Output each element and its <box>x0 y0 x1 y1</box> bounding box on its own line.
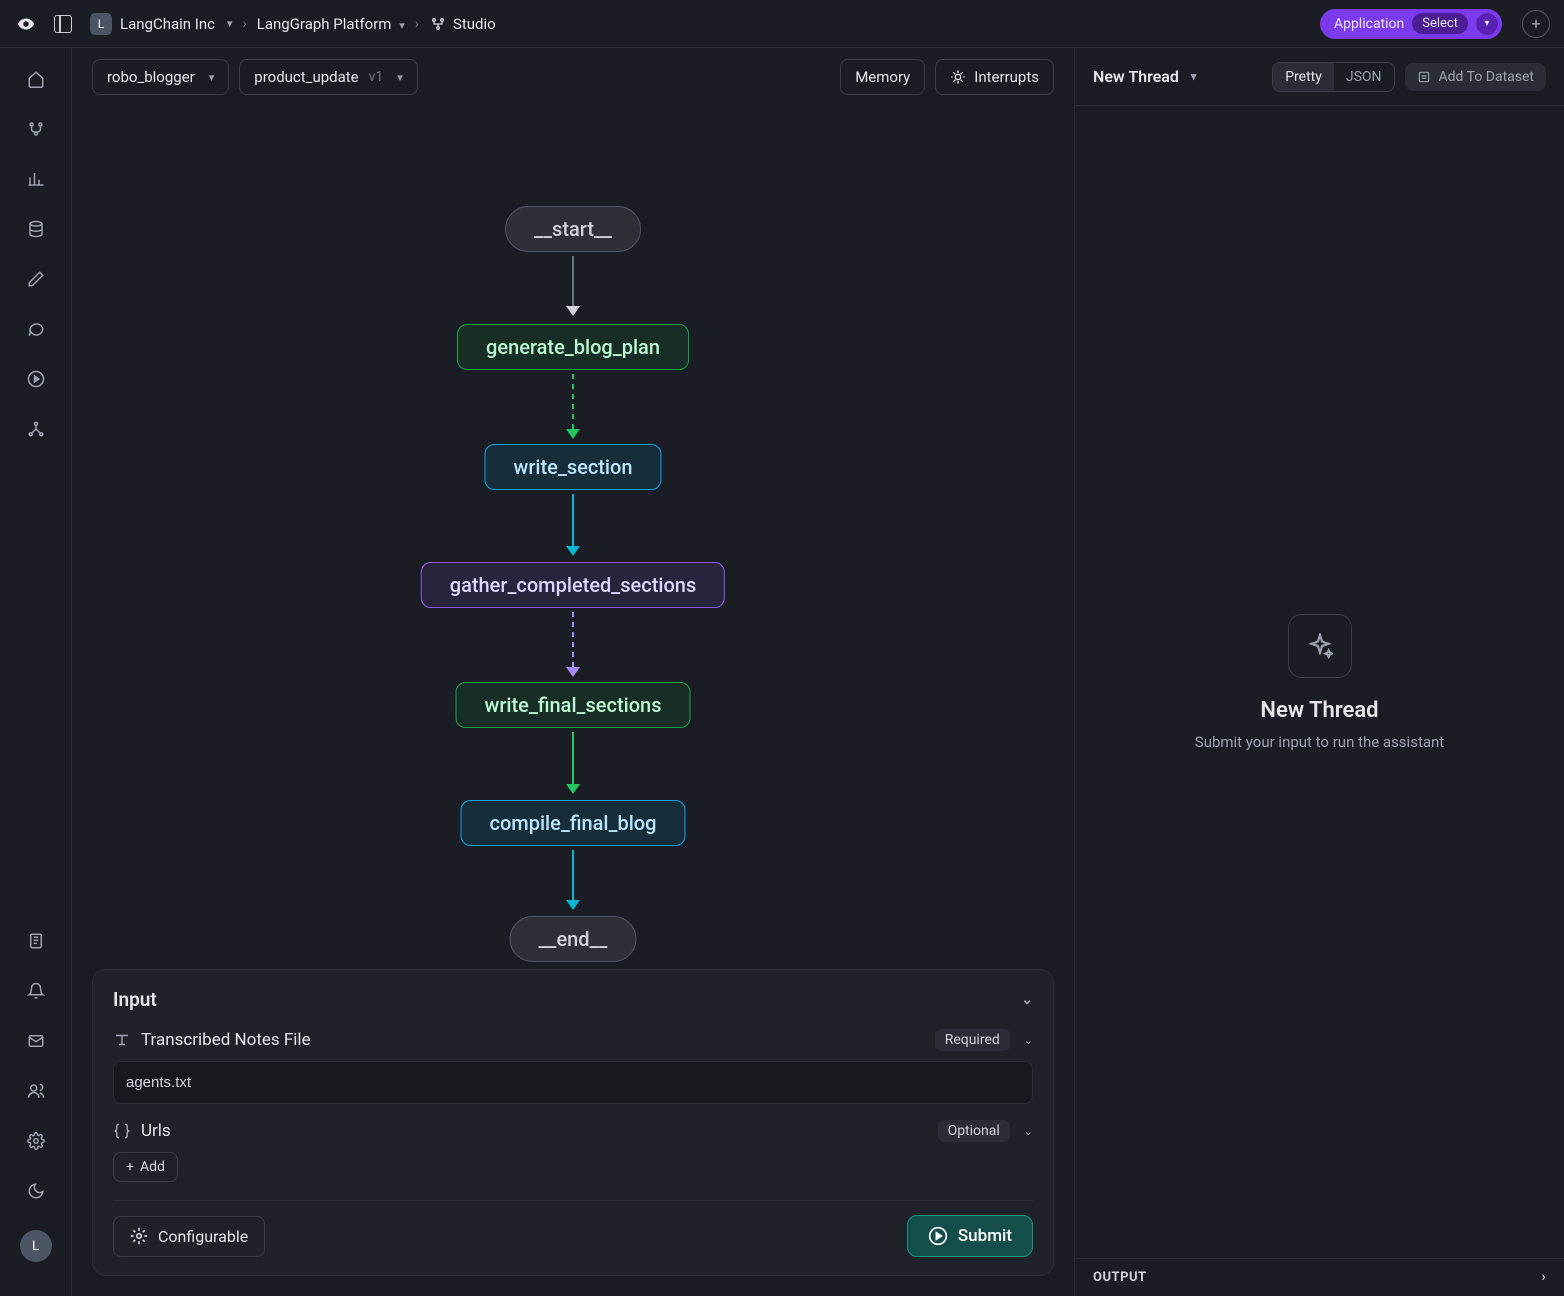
arrow-icon <box>566 546 580 556</box>
sparkle-icon <box>1288 614 1352 678</box>
breadcrumb-org[interactable]: L LangChain Inc ▾ <box>90 13 233 35</box>
interrupts-button[interactable]: Interrupts <box>935 59 1054 95</box>
configurable-button[interactable]: Configurable <box>113 1216 265 1257</box>
edge <box>572 374 574 429</box>
output-section-header[interactable]: OUTPUT › <box>1075 1258 1564 1296</box>
pretty-toggle[interactable]: Pretty <box>1273 63 1334 91</box>
breadcrumb: L LangChain Inc ▾ › LangGraph Platform ▾… <box>90 13 1310 35</box>
chevron-down-icon[interactable]: ⌄ <box>1024 1034 1033 1047</box>
play-icon[interactable] <box>25 368 47 390</box>
required-badge: Required <box>935 1029 1010 1051</box>
optional-badge: Optional <box>938 1120 1010 1142</box>
graph-node-start[interactable]: __start__ <box>505 206 641 252</box>
chevron-down-icon: ▾ <box>397 71 403 84</box>
gear-icon <box>130 1227 148 1245</box>
add-button[interactable]: + <box>1522 10 1550 38</box>
breadcrumb-platform[interactable]: LangGraph Platform ▾ <box>257 15 405 33</box>
chevron-down-icon: ▾ <box>209 71 215 84</box>
graph-node[interactable]: write_section <box>484 444 661 490</box>
plus-icon: + <box>126 1159 134 1175</box>
dataset-icon <box>1417 70 1431 84</box>
empty-subtitle: Submit your input to run the assistant <box>1195 733 1444 751</box>
bell-icon[interactable] <box>25 980 47 1002</box>
branch-icon[interactable] <box>25 118 47 140</box>
users-icon[interactable] <box>25 1080 47 1102</box>
view-toggle: Pretty JSON <box>1272 62 1394 92</box>
play-circle-icon <box>928 1226 948 1246</box>
chevron-down-icon[interactable]: ▾ <box>227 17 233 30</box>
arrow-icon <box>566 306 580 316</box>
avatar[interactable]: L <box>20 1230 52 1262</box>
logo-icon <box>14 12 38 36</box>
studio-icon <box>429 15 447 33</box>
sidebar: L <box>0 48 72 1296</box>
input-panel: Input ⌄ Transcribed Notes File Required … <box>92 969 1054 1276</box>
graph-canvas[interactable]: __start__ generate_blog_plan write_secti… <box>72 106 1074 969</box>
graph-selector[interactable]: robo_blogger ▾ <box>92 59 229 95</box>
input-title: Input <box>113 988 157 1011</box>
app-pill-label: Application <box>1334 16 1404 32</box>
chevron-right-icon: › <box>239 16 251 32</box>
assistant-version: v1 <box>369 69 384 85</box>
edge <box>572 494 574 546</box>
breadcrumb-page: Studio <box>453 15 496 33</box>
arrow-icon <box>566 900 580 910</box>
graph-node[interactable]: generate_blog_plan <box>457 324 689 370</box>
graph-name: robo_blogger <box>107 68 195 86</box>
chevron-down-icon[interactable]: ⌄ <box>1024 1125 1033 1138</box>
submit-button[interactable]: Submit <box>907 1215 1033 1257</box>
arrow-icon <box>566 667 580 677</box>
annotation-icon[interactable] <box>25 318 47 340</box>
add-url-button[interactable]: + Add <box>113 1152 178 1182</box>
graph-node[interactable]: compile_final_blog <box>461 800 686 846</box>
chevron-down-icon: ▾ <box>1191 70 1197 83</box>
mail-icon[interactable] <box>25 1030 47 1052</box>
network-icon[interactable] <box>25 418 47 440</box>
bug-icon <box>950 69 966 85</box>
text-icon <box>113 1031 131 1049</box>
chevron-down-icon[interactable]: ⌄ <box>1021 992 1033 1008</box>
org-badge: L <box>90 13 112 35</box>
chart-icon[interactable] <box>25 168 47 190</box>
chevron-down-icon[interactable]: ▾ <box>1476 13 1498 35</box>
add-to-dataset-button[interactable]: Add To Dataset <box>1405 63 1546 91</box>
chevron-right-icon: › <box>1542 1270 1546 1285</box>
assistant-selector[interactable]: product_update v1 ▾ <box>239 59 418 95</box>
braces-icon <box>113 1122 131 1140</box>
graph-node[interactable]: gather_completed_sections <box>421 562 725 608</box>
transcribed-notes-input[interactable] <box>113 1061 1033 1104</box>
application-selector[interactable]: Application Select ▾ <box>1320 9 1502 39</box>
edge <box>572 850 574 900</box>
app-select-button[interactable]: Select <box>1412 13 1468 34</box>
field-label: Transcribed Notes File <box>141 1030 311 1050</box>
toggle-panel-icon[interactable] <box>54 15 72 33</box>
org-name: LangChain Inc <box>120 15 215 33</box>
home-icon[interactable] <box>25 68 47 90</box>
database-icon[interactable] <box>25 218 47 240</box>
empty-title: New Thread <box>1260 698 1378 723</box>
arrow-icon <box>566 784 580 794</box>
edge <box>572 732 574 784</box>
assistant-name: product_update <box>254 68 358 86</box>
graph-node-end[interactable]: __end__ <box>510 916 637 962</box>
json-toggle[interactable]: JSON <box>1334 63 1394 91</box>
thread-selector[interactable]: New Thread ▾ <box>1093 67 1262 86</box>
arrow-icon <box>566 429 580 439</box>
memory-button[interactable]: Memory <box>840 59 925 95</box>
edit-icon[interactable] <box>25 268 47 290</box>
field-label: Urls <box>141 1121 171 1141</box>
output-label: OUTPUT <box>1093 1270 1147 1285</box>
chevron-down-icon[interactable]: ▾ <box>399 19 405 32</box>
moon-icon[interactable] <box>25 1180 47 1202</box>
docs-icon[interactable] <box>25 930 47 952</box>
gear-icon[interactable] <box>25 1130 47 1152</box>
chevron-right-icon: › <box>411 16 423 32</box>
graph-node[interactable]: write_final_sections <box>456 682 691 728</box>
edge <box>572 256 574 306</box>
thread-empty-state: New Thread Submit your input to run the … <box>1075 106 1564 1258</box>
edge <box>572 612 574 667</box>
